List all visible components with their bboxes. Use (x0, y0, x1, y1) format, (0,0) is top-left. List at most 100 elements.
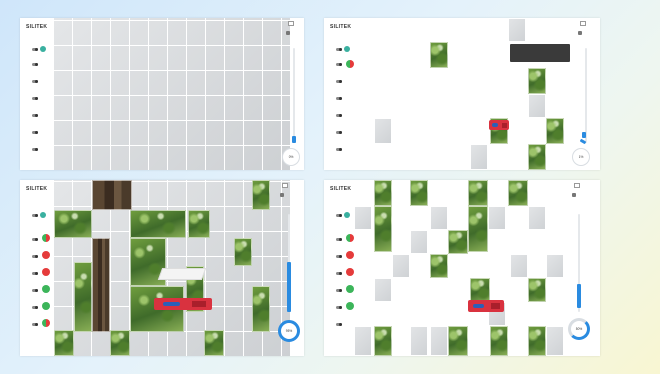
status-dot-icon (40, 46, 46, 52)
tile[interactable] (410, 180, 428, 206)
toggle-icon[interactable] (336, 97, 342, 100)
tile[interactable] (468, 180, 488, 206)
tile[interactable] (470, 144, 488, 170)
gear-icon[interactable] (578, 31, 582, 35)
tile[interactable] (374, 118, 392, 144)
tile[interactable] (430, 254, 448, 278)
toggle-icon[interactable] (32, 214, 38, 217)
tile[interactable] (528, 94, 546, 118)
toggle-icon[interactable] (336, 214, 342, 217)
slider-track[interactable] (585, 48, 587, 143)
status-dot-icon (344, 46, 350, 52)
tile[interactable] (490, 326, 508, 356)
tile[interactable] (130, 210, 186, 238)
toggle-icon[interactable] (32, 272, 38, 275)
checkbox-icon[interactable] (288, 21, 294, 26)
tile-grid (54, 18, 290, 170)
tile[interactable] (528, 326, 546, 356)
tile[interactable] (374, 206, 392, 252)
gear-icon[interactable] (572, 193, 576, 197)
slider-fill[interactable] (582, 132, 586, 138)
gear-icon[interactable] (286, 31, 290, 35)
status-dot-icon (346, 285, 354, 293)
toggle-icon[interactable] (336, 148, 342, 151)
tile[interactable] (374, 326, 392, 356)
tile[interactable] (448, 230, 468, 254)
toggle-icon[interactable] (336, 289, 342, 292)
tile[interactable] (510, 254, 528, 278)
tile[interactable] (410, 230, 428, 254)
toggle-icon[interactable] (336, 272, 342, 275)
tile[interactable] (354, 206, 372, 230)
toggle-icon[interactable] (336, 80, 342, 83)
status-dot-icon (346, 268, 354, 276)
toggle-icon[interactable] (32, 97, 38, 100)
slider-track[interactable] (293, 48, 295, 143)
tile[interactable] (546, 254, 564, 278)
tile[interactable] (188, 210, 210, 238)
tile[interactable] (354, 326, 372, 356)
toggle-icon[interactable] (336, 255, 342, 258)
tile[interactable] (528, 206, 546, 230)
toggle-icon[interactable] (336, 306, 342, 309)
tile[interactable] (546, 118, 564, 144)
toggle-icon[interactable] (32, 306, 38, 309)
toggle-icon[interactable] (32, 238, 38, 241)
tile[interactable] (92, 238, 110, 332)
tile[interactable] (110, 330, 130, 356)
toggle-icon[interactable] (32, 63, 38, 66)
tile[interactable] (528, 68, 546, 94)
tile[interactable] (546, 326, 564, 356)
gauge-value: 1% (578, 155, 584, 159)
gear-icon[interactable] (280, 193, 284, 197)
toggle-icon[interactable] (32, 48, 38, 51)
tile[interactable] (234, 238, 252, 266)
slider-fill[interactable] (577, 284, 581, 308)
checkbox-icon[interactable] (580, 21, 586, 26)
toggle-icon[interactable] (32, 323, 38, 326)
tile[interactable] (448, 326, 468, 356)
tile[interactable] (528, 278, 546, 302)
panel-2: SILITEK 1% (324, 18, 600, 170)
tile[interactable] (508, 18, 526, 42)
panel-title: SILITEK (330, 24, 352, 30)
tile[interactable] (204, 330, 224, 356)
checkbox-icon[interactable] (282, 183, 288, 188)
toggle-icon[interactable] (336, 323, 342, 326)
tile[interactable] (468, 206, 488, 252)
tile[interactable] (528, 144, 546, 170)
tile[interactable] (410, 326, 428, 356)
toggle-icon[interactable] (336, 131, 342, 134)
tile[interactable] (470, 278, 490, 302)
slider-fill[interactable] (292, 136, 296, 143)
tile[interactable] (488, 206, 506, 230)
tile[interactable] (430, 326, 448, 356)
toggle-icon[interactable] (32, 80, 38, 83)
slider-fill[interactable] (287, 262, 291, 312)
checkbox-icon[interactable] (574, 183, 580, 188)
panel-title: SILITEK (26, 24, 48, 30)
tile[interactable] (252, 286, 270, 332)
status-dot-icon (346, 251, 354, 259)
tile[interactable] (392, 254, 410, 278)
toggle-icon[interactable] (32, 289, 38, 292)
toggle-icon[interactable] (336, 238, 342, 241)
toggle-icon[interactable] (336, 114, 342, 117)
toggle-icon[interactable] (32, 131, 38, 134)
toggle-icon[interactable] (32, 114, 38, 117)
tile[interactable] (508, 180, 528, 206)
tile[interactable] (54, 330, 74, 356)
tile[interactable] (92, 180, 132, 210)
toggle-icon[interactable] (336, 63, 342, 66)
toggle-icon[interactable] (336, 48, 342, 51)
tile[interactable] (252, 180, 270, 210)
tile[interactable] (430, 42, 448, 68)
toggle-icon[interactable] (32, 255, 38, 258)
tile[interactable] (74, 262, 92, 332)
tile[interactable] (374, 180, 392, 206)
panel-1: SILITEK 0% (20, 18, 304, 170)
tile[interactable] (430, 206, 448, 230)
tile[interactable] (54, 210, 92, 238)
toggle-icon[interactable] (32, 148, 38, 151)
tile[interactable] (374, 278, 392, 302)
